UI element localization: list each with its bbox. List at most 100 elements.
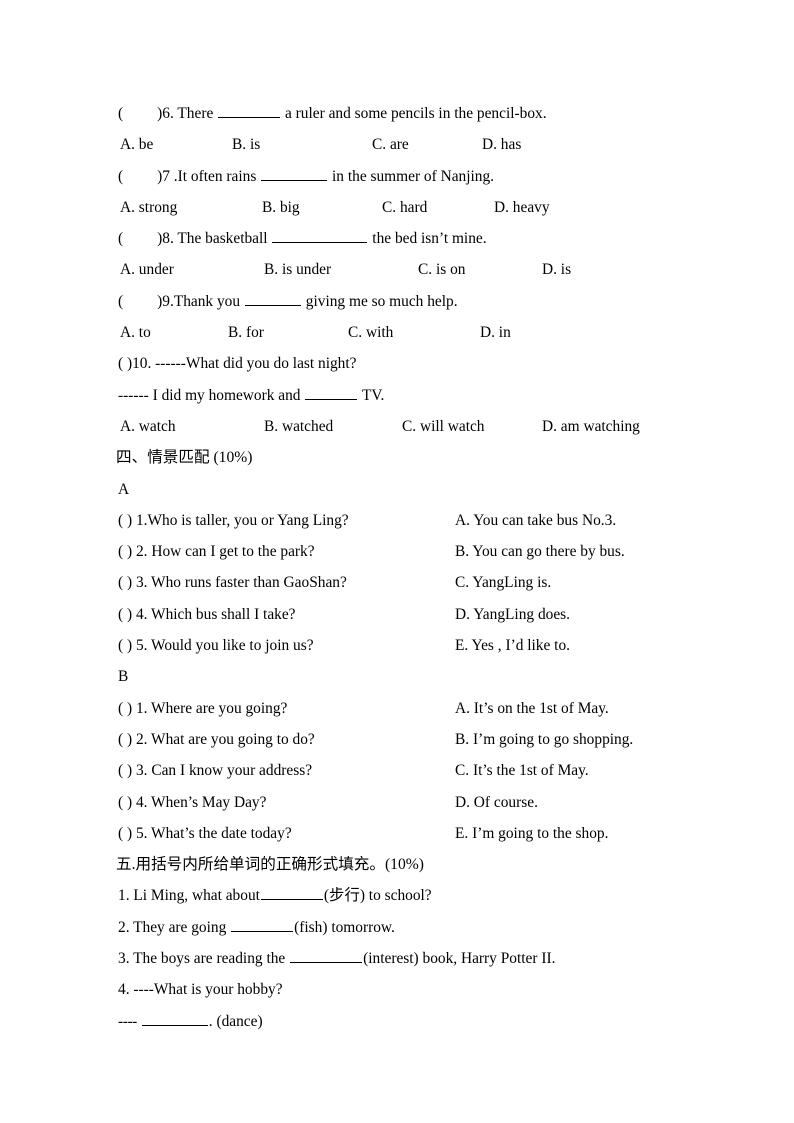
section-five-item-1-blank[interactable]: [260, 887, 323, 901]
question-6-option-d[interactable]: D. has: [482, 129, 521, 160]
group-b-row-2: ( ) 2. What are you going to do? B. I’m …: [118, 724, 718, 755]
group-b-answer-e[interactable]: E. I’m going to the shop.: [455, 818, 608, 849]
section-five-item-3-blank[interactable]: [290, 949, 363, 964]
question-6-stem: ()6. There a ruler and some pencils in t…: [118, 98, 718, 129]
question-8-options: A. under B. is under C. is on D. is: [118, 254, 718, 285]
question-7-text-after: in the summer of Nanjing.: [332, 167, 495, 185]
question-6-number: )6.: [157, 105, 174, 122]
question-7-option-a[interactable]: A. strong: [120, 192, 177, 223]
section-five-item-2-blank[interactable]: [231, 918, 294, 932]
group-b-question-2[interactable]: ( ) 2. What are you going to do?: [118, 731, 315, 748]
group-a-question-1[interactable]: ( ) 1.Who is taller, you or Yang Ling?: [118, 512, 349, 529]
question-9-stem: ( )9.Thank you giving me so much help.: [118, 286, 718, 317]
section-five-item-1-before: 1. Li Ming, what about: [118, 887, 260, 905]
group-a-question-2[interactable]: ( ) 2. How can I get to the park?: [118, 543, 315, 560]
question-7-option-d[interactable]: D. heavy: [494, 192, 550, 223]
question-10-blank[interactable]: [305, 386, 358, 400]
section-five-item-3-after: (interest) book, Harry Potter II.: [363, 950, 556, 968]
question-9-text-before: Thank you: [173, 292, 241, 310]
group-b-answer-b[interactable]: B. I’m going to go shopping.: [455, 724, 633, 755]
question-10-stem: ( )10. ------What did you do last night?: [118, 355, 357, 373]
question-10-text-before: ------ I did my homework and: [118, 386, 301, 404]
group-a-label: A: [118, 480, 130, 498]
question-8-blank[interactable]: [272, 230, 368, 244]
group-b-answer-d[interactable]: D. Of course.: [455, 787, 538, 818]
question-9-option-c[interactable]: C. with: [348, 317, 393, 348]
question-9-option-a[interactable]: A. to: [120, 317, 151, 348]
group-b-row-4: ( ) 4. When’s May Day? D. Of course.: [118, 787, 718, 818]
question-10-option-d[interactable]: D. am watching: [542, 411, 640, 442]
question-9-number: )9.: [157, 292, 174, 310]
question-10-options: A. watch B. watched C. will watch D. am …: [118, 411, 718, 442]
question-10-option-a[interactable]: A. watch: [120, 411, 176, 442]
question-9-blank[interactable]: [244, 292, 301, 306]
section-five-item-1-after: (步行) to school?: [323, 887, 432, 905]
group-a-question-5[interactable]: ( ) 5. Would you like to join us?: [118, 637, 314, 654]
group-a-row-3: ( ) 3. Who runs faster than GaoShan? C. …: [118, 567, 718, 598]
section-four-heading: 四、情景匹配 (10%): [116, 449, 253, 467]
group-b-question-5[interactable]: ( ) 5. What’s the date today?: [118, 825, 292, 842]
group-b-answer-a[interactable]: A. It’s on the 1st of May.: [455, 693, 609, 724]
question-7-options: A. strong B. big C. hard D. heavy: [118, 192, 718, 223]
question-10-option-b[interactable]: B. watched: [264, 411, 333, 442]
question-8-text-after: the bed isn’t mine.: [372, 230, 487, 248]
question-8-marker: (: [118, 230, 124, 248]
group-a-question-3[interactable]: ( ) 3. Who runs faster than GaoShan?: [118, 574, 347, 591]
worksheet-content: ()6. There a ruler and some pencils in t…: [116, 98, 718, 1037]
question-7-blank[interactable]: [261, 167, 328, 181]
section-five-item-4: 4. ----What is your hobby?: [118, 981, 283, 999]
question-8-option-c[interactable]: C. is on: [418, 254, 465, 285]
group-a-row-2: ( ) 2. How can I get to the park? B. You…: [118, 536, 718, 567]
group-b-row-1: ( ) 1. Where are you going? A. It’s on t…: [118, 693, 718, 724]
question-8-number: )8.: [157, 230, 174, 248]
question-9-options: A. to B. for C. with D. in: [118, 317, 718, 348]
section-five-item-3: 3. The boys are reading the (interest) b…: [118, 943, 718, 974]
section-five-item-2-before: 2. They are going: [118, 918, 227, 936]
group-b-label: B: [118, 668, 129, 686]
group-b-row-3: ( ) 3. Can I know your address? C. It’s …: [118, 755, 718, 786]
section-five-item-5: ---- . (dance): [118, 1006, 718, 1037]
group-b-row-5: ( ) 5. What’s the date today? E. I’m goi…: [118, 818, 718, 849]
question-7-text-before: It often rains: [177, 167, 257, 185]
section-five-item-5-blank[interactable]: [141, 1012, 208, 1026]
question-6-blank[interactable]: [218, 104, 281, 118]
section-five-item-2: 2. They are going (fish) tomorrow.: [118, 912, 718, 943]
group-a-answer-d[interactable]: D. YangLing does.: [455, 599, 570, 630]
group-b-question-4[interactable]: ( ) 4. When’s May Day?: [118, 794, 266, 811]
question-6-option-c[interactable]: C. are: [372, 129, 409, 160]
question-8-option-b[interactable]: B. is under: [264, 254, 331, 285]
question-9-option-d[interactable]: D. in: [480, 317, 511, 348]
group-a-row-1: ( ) 1.Who is taller, you or Yang Ling? A…: [118, 505, 718, 536]
question-10-answer-line: ------ I did my homework and TV.: [118, 380, 718, 411]
question-9-text-after: giving me so much help.: [305, 292, 458, 310]
question-10-option-c[interactable]: C. will watch: [402, 411, 485, 442]
question-8-option-d[interactable]: D. is: [542, 254, 571, 285]
section-five-item-2-after: (fish) tomorrow.: [294, 918, 395, 936]
group-a-answer-a[interactable]: A. You can take bus No.3.: [455, 505, 616, 536]
group-a-answer-c[interactable]: C. YangLing is.: [455, 567, 551, 598]
question-9-option-b[interactable]: B. for: [228, 317, 264, 348]
question-7-option-c[interactable]: C. hard: [382, 192, 427, 223]
question-10-text-after: TV.: [361, 386, 385, 404]
question-9-marker: (: [118, 292, 124, 310]
group-a-answer-e[interactable]: E. Yes , I’d like to.: [455, 630, 570, 661]
question-8-option-a[interactable]: A. under: [120, 254, 174, 285]
group-b-question-1[interactable]: ( ) 1. Where are you going?: [118, 700, 287, 717]
section-five-item-5-before: ----: [118, 1012, 137, 1030]
section-five-item-3-before: 3. The boys are reading the: [118, 950, 286, 968]
group-a-row-5: ( ) 5. Would you like to join us? E. Yes…: [118, 630, 718, 661]
group-a-answer-b[interactable]: B. You can go there by bus.: [455, 536, 625, 567]
group-a-row-4: ( ) 4. Which bus shall I take? D. YangLi…: [118, 599, 718, 630]
question-7-stem: ( )7 .It often rains in the summer of Nan…: [118, 161, 718, 192]
question-7-number: )7 .: [157, 167, 178, 185]
group-b-answer-c[interactable]: C. It’s the 1st of May.: [455, 755, 589, 786]
question-6-option-b[interactable]: B. is: [232, 129, 260, 160]
worksheet-page: ()6. There a ruler and some pencils in t…: [0, 0, 794, 1123]
question-8-text-before: The basketball: [177, 230, 268, 248]
question-7-option-b[interactable]: B. big: [262, 192, 300, 223]
group-a-question-4[interactable]: ( ) 4. Which bus shall I take?: [118, 606, 296, 623]
group-b-question-3[interactable]: ( ) 3. Can I know your address?: [118, 762, 312, 779]
question-6-option-a[interactable]: A. be: [120, 129, 153, 160]
section-five-item-5-after: . (dance): [208, 1012, 263, 1030]
question-7-marker: (: [118, 167, 124, 185]
